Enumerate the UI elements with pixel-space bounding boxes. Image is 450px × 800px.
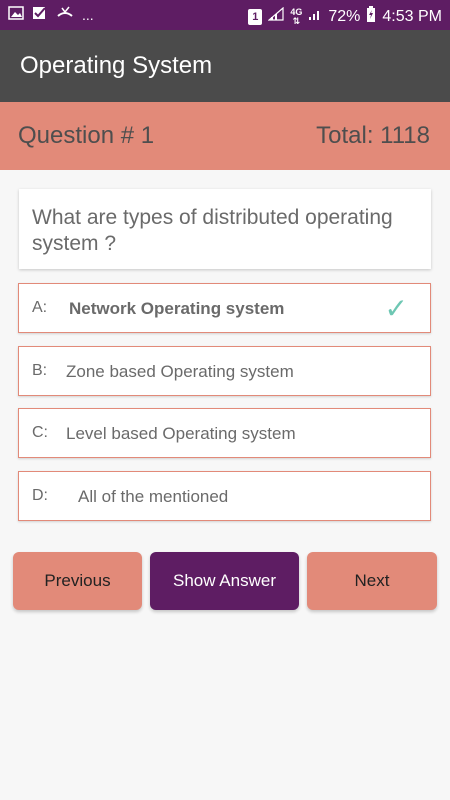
- status-bar: ... 1 4G ⇅ 72% 4:53 PM: [0, 0, 450, 30]
- question-header: Question # 1 Total: 1118: [0, 102, 450, 170]
- status-bar-left: ...: [8, 6, 94, 23]
- app-bar: Operating System: [0, 30, 450, 102]
- battery-percent: 72%: [328, 7, 361, 25]
- image-icon: [8, 6, 24, 23]
- battery-charging-icon: [366, 6, 376, 27]
- option-letter: B:: [32, 362, 48, 379]
- app-icon: [32, 6, 48, 23]
- next-button[interactable]: Next: [307, 552, 437, 610]
- notification-more-text: ...: [82, 6, 94, 23]
- signal-icon-2: [308, 7, 322, 26]
- option-label: Level based Operating system: [66, 424, 296, 443]
- status-bar-right: 1 4G ⇅ 72% 4:53 PM: [248, 6, 442, 27]
- option-a[interactable]: A: Network Operating system ✓: [18, 283, 431, 333]
- option-label: Network Operating system: [69, 299, 285, 318]
- missed-call-icon: [56, 6, 74, 23]
- question-card: What are types of distributed operating …: [19, 189, 431, 269]
- option-letter: C:: [32, 424, 48, 441]
- network-type: 4G ⇅: [290, 6, 303, 26]
- option-c[interactable]: C: Level based Operating system: [18, 408, 431, 458]
- option-b[interactable]: B: Zone based Operating system: [18, 346, 431, 396]
- option-label: All of the mentioned: [78, 487, 229, 506]
- check-icon: ✓: [384, 293, 408, 324]
- question-number: Question # 1: [18, 122, 155, 149]
- question-text: What are types of distributed operating …: [32, 206, 393, 255]
- option-d[interactable]: D: All of the mentioned: [18, 471, 431, 521]
- sim-badge: 1: [248, 8, 263, 25]
- option-letter: D:: [32, 487, 48, 504]
- option-label: Zone based Operating system: [66, 362, 294, 381]
- option-letter: A:: [32, 299, 48, 316]
- question-total: Total: 1118: [316, 122, 430, 149]
- previous-button[interactable]: Previous: [13, 552, 142, 610]
- signal-icon: [267, 6, 284, 26]
- clock-time: 4:53 PM: [382, 7, 442, 25]
- show-answer-button[interactable]: Show Answer: [150, 552, 299, 610]
- data-arrows-icon: ⇅: [292, 15, 301, 26]
- app-title: Operating System: [20, 52, 213, 79]
